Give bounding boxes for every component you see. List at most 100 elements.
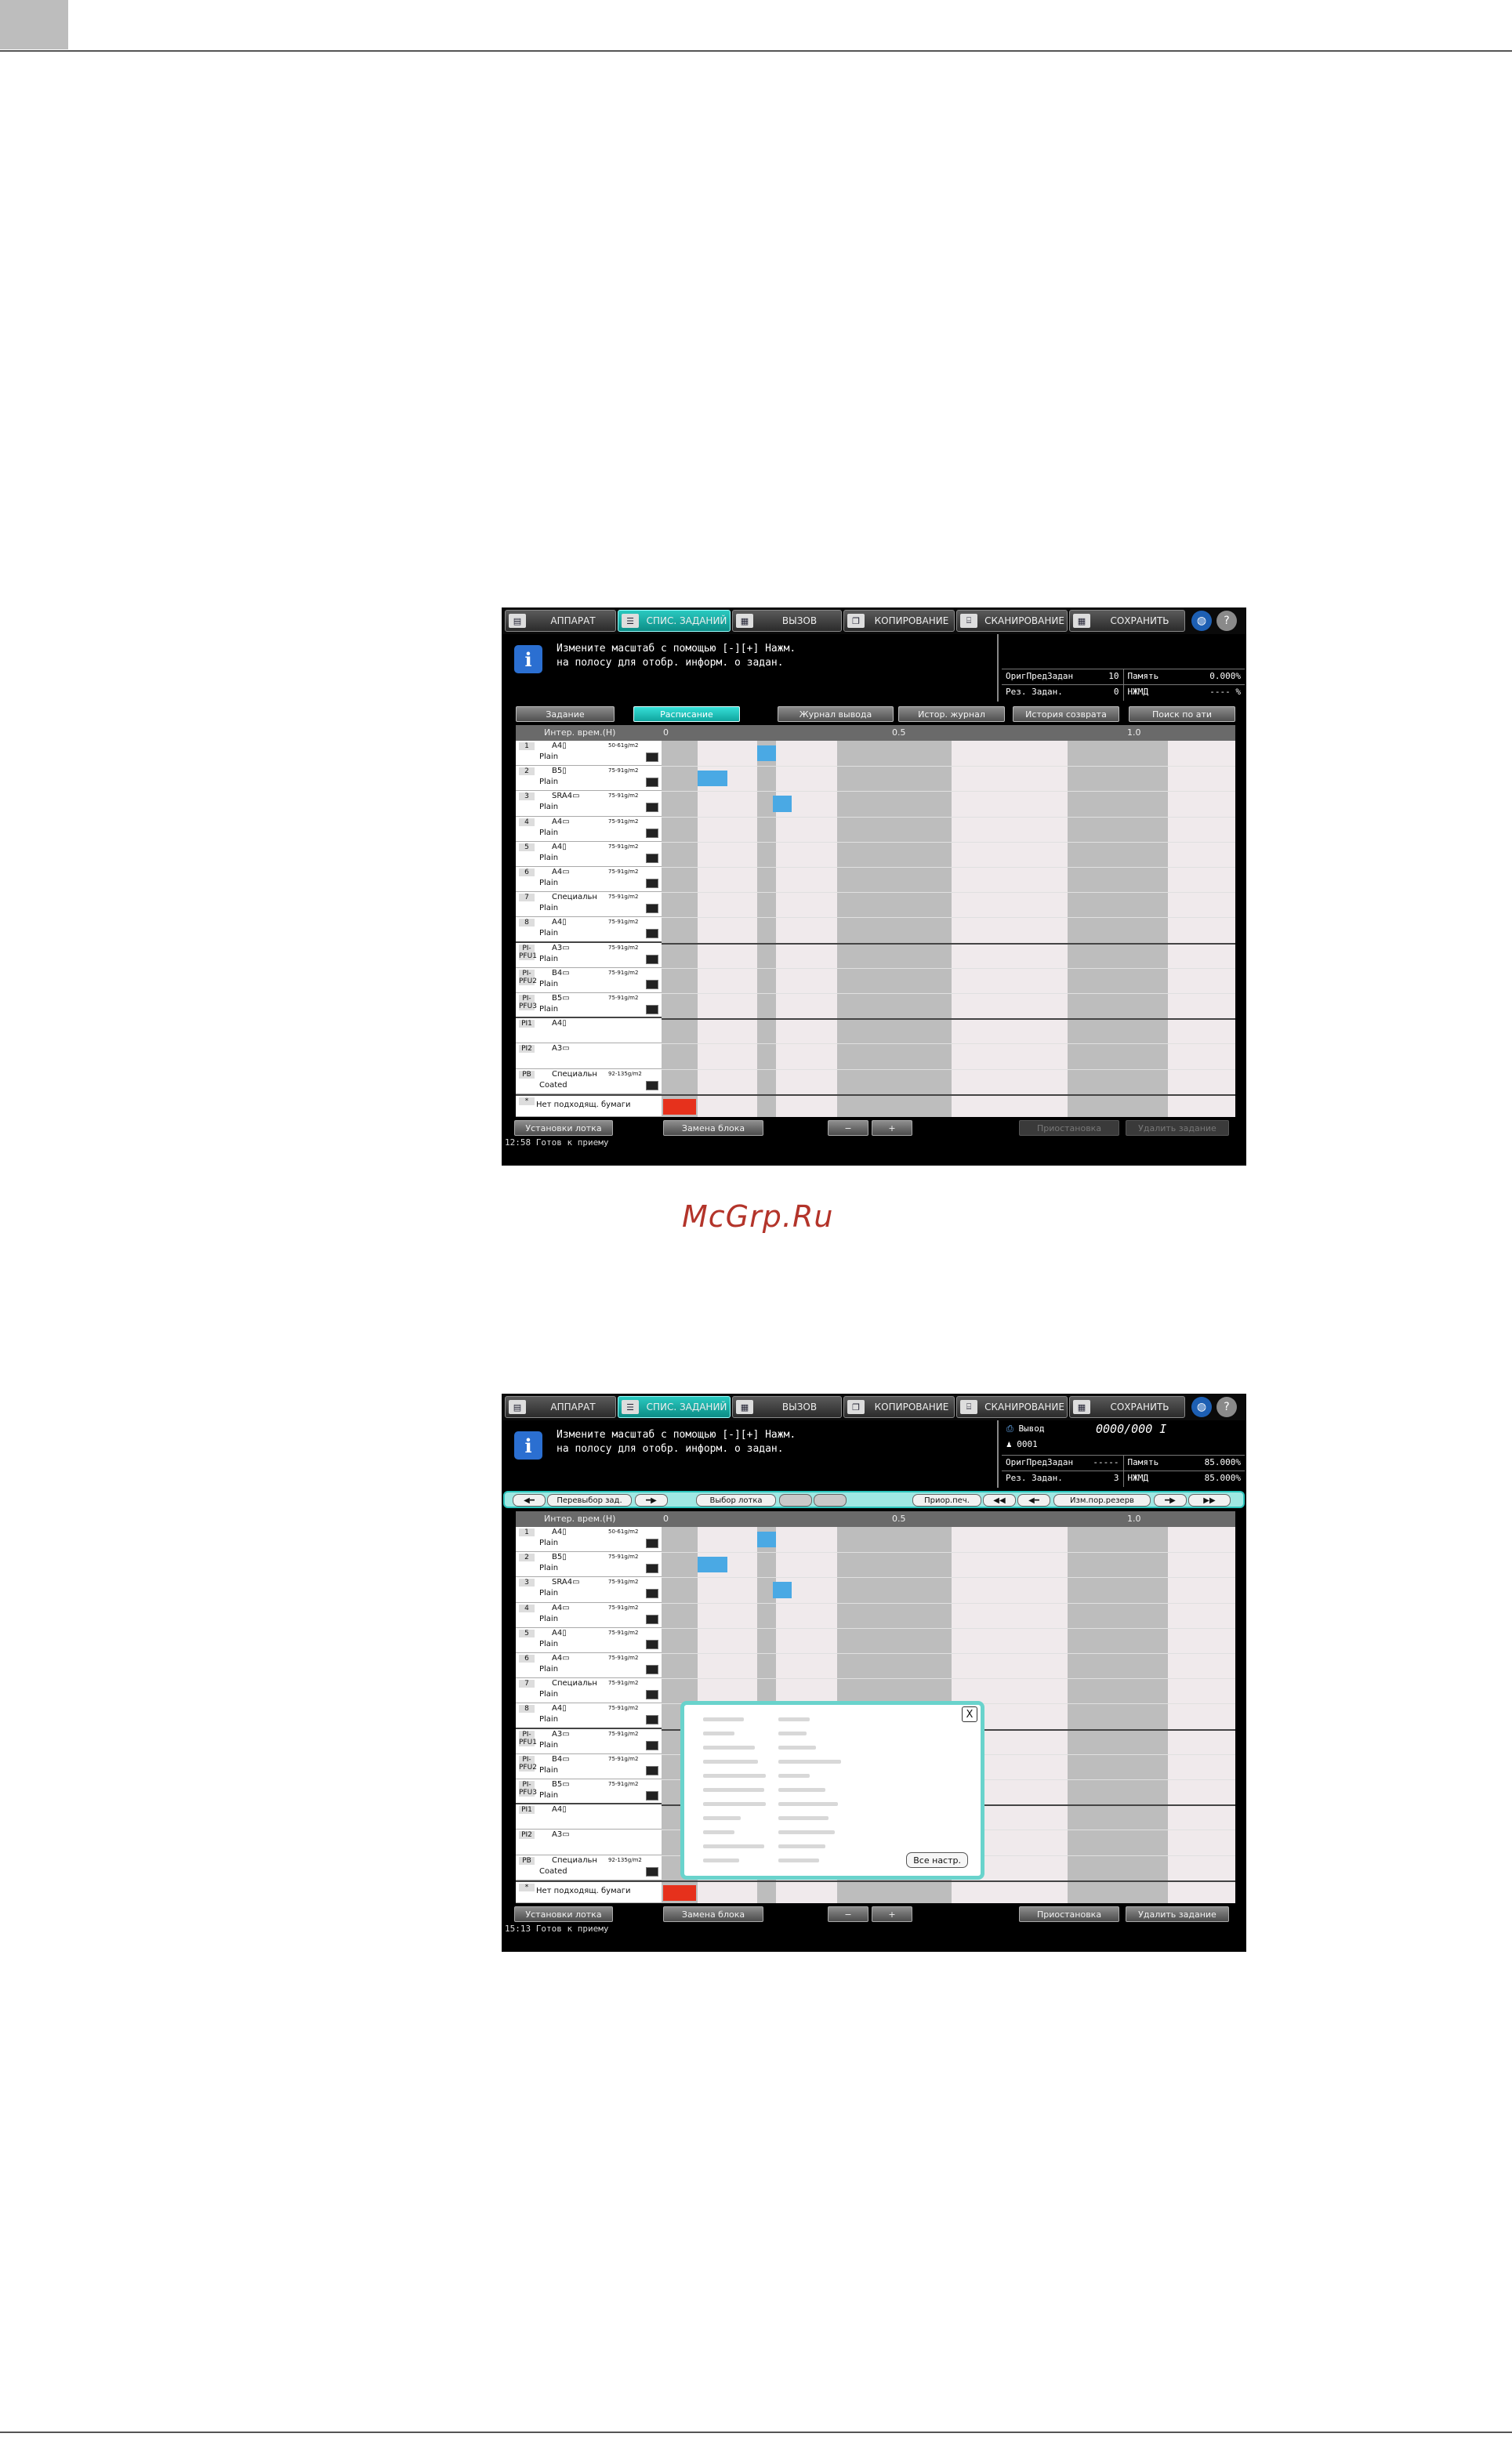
tab-scan[interactable]: ⌸ СКАНИРОВАНИЕ (956, 1396, 1068, 1418)
tab-copy[interactable]: ❐ КОПИРОВАНИЕ (843, 610, 955, 632)
first-arrow-icon[interactable]: ◀◀ (983, 1494, 1016, 1507)
zoom-out-button[interactable]: − (828, 1120, 868, 1136)
tray-row-label[interactable]: PI-PFU3 B5▭ 75-91g/m2 Plain (516, 1779, 662, 1805)
tray-row-label[interactable]: 1 A4▯ 50-61g/m2 Plain (516, 1527, 662, 1553)
paper-swatch (646, 1564, 658, 1574)
replace-block-button[interactable]: Замена блока (663, 1906, 763, 1922)
blurred-text (778, 1830, 835, 1834)
tab-job-list[interactable]: ☰ СПИС. ЗАДАНИЙ (618, 610, 731, 632)
job-bar[interactable] (757, 745, 776, 762)
output-icon: ⎙ (1006, 1423, 1013, 1434)
zoom-in-button[interactable]: + (872, 1906, 912, 1922)
tray-number: PI1 (519, 1020, 535, 1028)
tray-row-label[interactable]: 6 A4▭ 75-91g/m2 Plain (516, 1653, 662, 1679)
zoom-in-button[interactable]: + (872, 1120, 912, 1136)
job-bar[interactable] (773, 1582, 792, 1598)
paper-weight: 75-91g/m2 (608, 1730, 639, 1737)
help-icon[interactable]: ? (1216, 1397, 1237, 1417)
paper-size: B5▭ (552, 1780, 570, 1789)
tray-row-label[interactable]: 2 B5▯ 75-91g/m2 Plain (516, 766, 662, 792)
help-icon[interactable]: ? (1216, 611, 1237, 631)
tray-row-label[interactable]: 2 B5▯ 75-91g/m2 Plain (516, 1552, 662, 1578)
prev-arrow-icon[interactable]: ◀━ (513, 1494, 546, 1507)
bottom-toolbar: Установки лотка Замена блока − + Приоста… (502, 1117, 1246, 1151)
tray-row-label[interactable]: 5 A4▯ 75-91g/m2 Plain (516, 1628, 662, 1653)
tray-row-label[interactable]: PB Специальн 92-135g/m2 Coated (516, 1069, 662, 1094)
tab-store[interactable]: ▦ СОХРАНИТЬ (1069, 1396, 1185, 1418)
tray-row-label[interactable]: PI2 A3▭ (516, 1830, 662, 1855)
tray-row-label[interactable]: 8 A4▯ 75-91g/m2 Plain (516, 917, 662, 943)
tab-machine[interactable]: ▤ АППАРАТ (505, 1396, 616, 1418)
tray-row-label[interactable]: PI1 A4▯ (516, 1018, 662, 1044)
tray-row-label[interactable]: 5 A4▯ 75-91g/m2 Plain (516, 842, 662, 867)
tray-row-label[interactable]: PB Специальн 92-135g/m2 Coated (516, 1855, 662, 1880)
status-cell: ОригПредЗадан ----- (1002, 1456, 1123, 1471)
schedule-timeline[interactable] (662, 741, 1235, 1117)
tray-row-label[interactable]: PI-PFU2 B4▭ 75-91g/m2 Plain (516, 968, 662, 993)
globe-icon[interactable]: ◍ (1191, 1397, 1212, 1417)
pause-button[interactable]: Приостановка (1019, 1120, 1119, 1136)
globe-icon[interactable]: ◍ (1191, 611, 1212, 631)
tab-store[interactable]: ▦ СОХРАНИТЬ (1069, 610, 1185, 632)
blurred-text (778, 1816, 829, 1820)
tab-return-history[interactable]: История созврата (1013, 706, 1119, 722)
prev-arrow-icon[interactable]: ◀━ (1017, 1494, 1050, 1507)
next-arrow-icon[interactable]: ━▶ (635, 1494, 668, 1507)
priority-print-button[interactable]: Приор.печ. (912, 1494, 981, 1507)
tab-search[interactable]: Поиск по ати (1129, 706, 1235, 722)
job-bar[interactable] (698, 771, 727, 787)
pause-button[interactable]: Приостановка (1019, 1906, 1119, 1922)
paper-weight: 75-91g/m2 (608, 995, 639, 1001)
all-settings-button[interactable]: Все настр. (906, 1852, 968, 1868)
row-divider (662, 1880, 1235, 1882)
next-arrow-icon[interactable]: ━▶ (1154, 1494, 1187, 1507)
tray-row-label[interactable]: PI2 A3▭ (516, 1043, 662, 1069)
tray-row-label[interactable]: 7 Специальн 75-91g/m2 Plain (516, 1678, 662, 1704)
tray-select-button[interactable]: Выбор лотка (696, 1494, 776, 1507)
tray-row-label[interactable]: PI-PFU1 A3▭ 75-91g/m2 Plain (516, 943, 662, 968)
tray-row-label[interactable]: 1 A4▯ 50-61g/m2 Plain (516, 741, 662, 767)
change-reserve-order-button[interactable]: Изм.пор.резерв (1053, 1494, 1151, 1507)
tab-scan[interactable]: ⌸ СКАНИРОВАНИЕ (956, 610, 1068, 632)
tab-recall[interactable]: ▦ ВЫЗОВ (732, 1396, 842, 1418)
tray-row-label[interactable]: 6 A4▭ 75-91g/m2 Plain (516, 867, 662, 893)
tray-row-label[interactable]: 3 SRA4▭ 75-91g/m2 Plain (516, 1577, 662, 1603)
reselect-job-button[interactable]: Перевыбор зад. (547, 1494, 632, 1507)
tab-history-log[interactable]: Истор. журнал (898, 706, 1005, 722)
delete-job-button[interactable]: Удалить задание (1126, 1906, 1229, 1922)
paper-type: Plain (539, 979, 559, 988)
paper-weight: 75-91g/m2 (608, 767, 639, 774)
tray-row-label[interactable]: PI1 A4▯ (516, 1804, 662, 1830)
close-icon[interactable]: X (962, 1706, 977, 1722)
paper-size: B5▭ (552, 994, 570, 1003)
no-paper-job-bar[interactable] (663, 1098, 696, 1115)
tray-row-label[interactable]: 4 A4▭ 75-91g/m2 Plain (516, 817, 662, 842)
tray-settings-button[interactable]: Установки лотка (514, 1120, 613, 1136)
tab-recall[interactable]: ▦ ВЫЗОВ (732, 610, 842, 632)
last-arrow-icon[interactable]: ▶▶ (1188, 1494, 1231, 1507)
job-bar[interactable] (757, 1532, 776, 1548)
tray-row-label[interactable]: PI-PFU1 A3▭ 75-91g/m2 Plain (516, 1729, 662, 1754)
paper-swatch (646, 1791, 658, 1801)
tray-row-label[interactable]: PI-PFU2 B4▭ 75-91g/m2 Plain (516, 1754, 662, 1779)
no-paper-job-bar[interactable] (663, 1884, 696, 1901)
output-counter: 0000/000 I (1096, 1422, 1167, 1436)
job-bar[interactable] (698, 1557, 727, 1573)
tray-row-label[interactable]: 4 A4▭ 75-91g/m2 Plain (516, 1603, 662, 1628)
tab-output-log[interactable]: Журнал вывода (778, 706, 894, 722)
replace-block-button[interactable]: Замена блока (663, 1120, 763, 1136)
tab-schedule[interactable]: Расписание (633, 706, 740, 722)
job-bar[interactable] (773, 796, 792, 812)
tray-settings-button[interactable]: Установки лотка (514, 1906, 613, 1922)
status-label: НЖМД (1127, 687, 1149, 697)
tray-row-label[interactable]: 3 SRA4▭ 75-91g/m2 Plain (516, 791, 662, 817)
tab-machine[interactable]: ▤ АППАРАТ (505, 610, 616, 632)
tab-job-list[interactable]: ☰ СПИС. ЗАДАНИЙ (618, 1396, 731, 1418)
delete-job-button[interactable]: Удалить задание (1126, 1120, 1229, 1136)
zoom-out-button[interactable]: − (828, 1906, 868, 1922)
tray-row-label[interactable]: 7 Специальн 75-91g/m2 Plain (516, 892, 662, 918)
tray-row-label[interactable]: PI-PFU3 B5▭ 75-91g/m2 Plain (516, 993, 662, 1019)
tray-row-label[interactable]: 8 A4▯ 75-91g/m2 Plain (516, 1703, 662, 1729)
tab-job[interactable]: Задание (516, 706, 615, 722)
tab-copy[interactable]: ❐ КОПИРОВАНИЕ (843, 1396, 955, 1418)
